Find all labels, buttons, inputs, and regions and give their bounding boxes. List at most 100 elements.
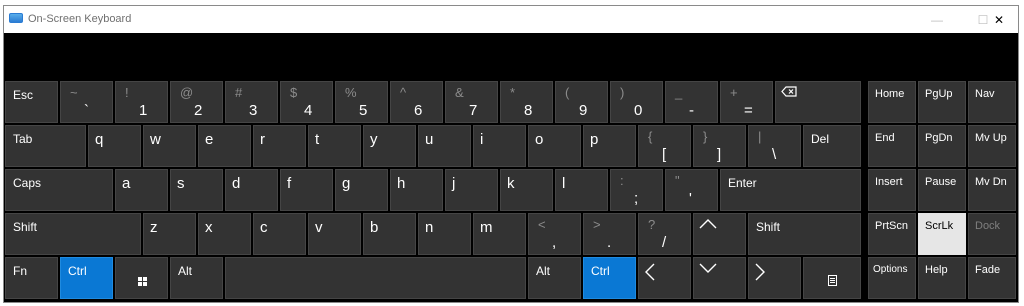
key-u[interactable]: u [418, 125, 471, 167]
key-label: Help [925, 264, 948, 276]
key-4[interactable]: $4 [280, 81, 333, 123]
key-ctrl-left[interactable]: Ctrl [60, 257, 113, 299]
main-label: , [552, 234, 557, 251]
key-k[interactable]: k [500, 169, 553, 211]
key-enter[interactable]: Enter [720, 169, 861, 211]
key-letter: w [150, 131, 161, 148]
key-9[interactable]: (9 [555, 81, 608, 123]
key-space[interactable] [225, 257, 526, 299]
key-o[interactable]: o [528, 125, 581, 167]
key-shift-right[interactable]: Shift [748, 213, 861, 255]
key-v[interactable]: v [308, 213, 361, 255]
key-l[interactable]: l [555, 169, 608, 211]
key-m[interactable]: m [473, 213, 526, 255]
key-2[interactable]: @2 [170, 81, 223, 123]
key-z[interactable]: z [143, 213, 196, 255]
key-caps[interactable]: Caps [5, 169, 113, 211]
key-a[interactable]: a [115, 169, 168, 211]
key-scrlk[interactable]: ScrLk [918, 213, 966, 255]
key-letter: q [95, 131, 104, 148]
key-help[interactable]: Help [918, 257, 966, 299]
key-r[interactable]: r [253, 125, 306, 167]
key-windows[interactable] [115, 257, 168, 299]
key-end[interactable]: End [868, 125, 916, 167]
key-backslash[interactable]: | \ [748, 125, 801, 167]
key-esc[interactable]: Esc [5, 81, 58, 123]
key-alt-right[interactable]: Alt [528, 257, 581, 299]
key-mv-dn[interactable]: Mv Dn [968, 169, 1016, 211]
key-s[interactable]: s [170, 169, 223, 211]
key-8[interactable]: * 8 [500, 81, 553, 123]
key-e[interactable]: e [198, 125, 251, 167]
key-label: PrtScn [875, 220, 909, 232]
key-p[interactable]: p [583, 125, 636, 167]
key-context-menu[interactable] [803, 257, 861, 299]
key-j[interactable]: j [445, 169, 498, 211]
shift-label: ! [125, 85, 129, 100]
key-insert[interactable]: Insert [868, 169, 916, 211]
key-dock[interactable]: Dock [968, 213, 1016, 255]
key-backspace[interactable] [775, 81, 861, 123]
key-slash[interactable]: ? / [638, 213, 691, 255]
shift-label: + [730, 85, 738, 100]
key-3[interactable]: #3 [225, 81, 278, 123]
key-b[interactable]: b [363, 213, 416, 255]
shift-label: | [758, 129, 762, 144]
key-right-arrow[interactable] [748, 257, 801, 299]
key-del[interactable]: Del [803, 125, 861, 167]
key-letter: b [370, 219, 379, 236]
key-q[interactable]: q [88, 125, 141, 167]
key-backtick[interactable]: ~ ` [60, 81, 113, 123]
key-options[interactable]: Options [868, 257, 916, 299]
key-c[interactable]: c [253, 213, 306, 255]
key-mv-up[interactable]: Mv Up [968, 125, 1016, 167]
key-minus[interactable]: _ - [665, 81, 718, 123]
shift-label: _ [675, 85, 683, 100]
key-d[interactable]: d [225, 169, 278, 211]
key-x[interactable]: x [198, 213, 251, 255]
key-ctrl-right[interactable]: Ctrl [583, 257, 636, 299]
key-1[interactable]: ! 1 [115, 81, 168, 123]
main-label: 6 [414, 102, 423, 119]
key-5[interactable]: % 5 [335, 81, 388, 123]
key-pgup[interactable]: PgUp [918, 81, 966, 123]
key-left-arrow[interactable] [638, 257, 691, 299]
key-0[interactable]: ) 0 [610, 81, 663, 123]
key-fn[interactable]: Fn [5, 257, 58, 299]
key-comma[interactable]: <, [528, 213, 581, 255]
key-letter: d [232, 175, 241, 192]
close-button[interactable]: ✕ [979, 6, 1018, 33]
key-g[interactable]: g [335, 169, 388, 211]
key-fade[interactable]: Fade [968, 257, 1016, 299]
key-7[interactable]: & 7 [445, 81, 498, 123]
key-y[interactable]: y [363, 125, 416, 167]
key-pause[interactable]: Pause [918, 169, 966, 211]
key-label: Caps [13, 176, 42, 190]
key-pgdn[interactable]: PgDn [918, 125, 966, 167]
key-t[interactable]: t [308, 125, 361, 167]
key-period[interactable]: >. [583, 213, 636, 255]
key-home[interactable]: Home [868, 81, 916, 123]
key-left-bracket[interactable]: {[ [638, 125, 691, 167]
key-down-arrow[interactable] [693, 257, 746, 299]
key-i[interactable]: i [473, 125, 526, 167]
key-tab[interactable]: Tab [5, 125, 86, 167]
key-w[interactable]: w [143, 125, 196, 167]
key-equals[interactable]: + = [720, 81, 773, 123]
key-prtscn[interactable]: PrtScn [868, 213, 916, 255]
key-up-arrow[interactable] [693, 213, 746, 255]
key-quote[interactable]: " ' [665, 169, 718, 211]
key-f[interactable]: f [280, 169, 333, 211]
key-label: Mv Dn [975, 176, 1007, 188]
key-letter: s [177, 175, 185, 192]
key-h[interactable]: h [390, 169, 443, 211]
key-nav[interactable]: Nav [968, 81, 1016, 123]
minimize-button[interactable]: — [914, 6, 960, 33]
key-6[interactable]: ^ 6 [390, 81, 443, 123]
key-right-bracket[interactable]: }] [693, 125, 746, 167]
key-semicolon[interactable]: :; [610, 169, 663, 211]
key-shift-left[interactable]: Shift [5, 213, 141, 255]
key-n[interactable]: n [418, 213, 471, 255]
key-alt-left[interactable]: Alt [170, 257, 223, 299]
shift-label: # [235, 85, 243, 100]
